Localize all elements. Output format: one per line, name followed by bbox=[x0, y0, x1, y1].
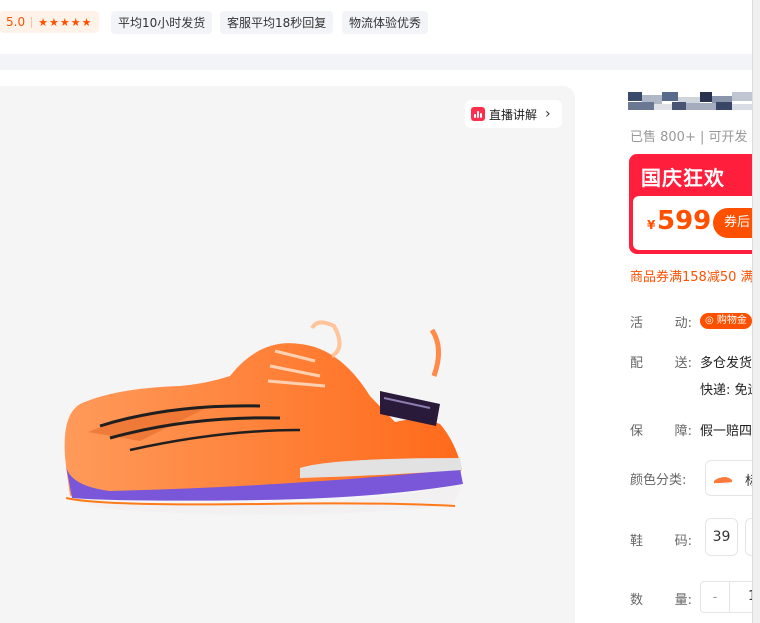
star-icon: ★ bbox=[70, 15, 81, 29]
quantity-decrease-button[interactable]: - bbox=[700, 581, 730, 613]
chevron-right-icon: › bbox=[545, 106, 551, 122]
guarantee-value[interactable]: 假一赔四 bbox=[700, 420, 752, 439]
product-image-gallery[interactable] bbox=[0, 86, 575, 623]
shipping-fee: 快递: 免运 bbox=[700, 383, 760, 398]
shop-rating: 5.0 ★ ★ ★ ★ ★ bbox=[0, 11, 100, 33]
live-explain-label: 直播讲解 bbox=[489, 107, 538, 122]
coin-icon: ◎ bbox=[705, 315, 717, 326]
activity-label: 活动: bbox=[630, 316, 692, 331]
promo-price-card: 国庆狂欢 ¥ 599 券后 bbox=[629, 154, 752, 254]
size-label: 鞋码: bbox=[630, 534, 692, 549]
currency-symbol: ¥ bbox=[647, 218, 656, 232]
promo-title: 国庆狂欢 bbox=[641, 166, 725, 190]
quantity-label: 数量: bbox=[630, 593, 692, 608]
bar-chart-icon bbox=[471, 107, 485, 121]
after-coupon-badge: 券后 bbox=[713, 208, 752, 238]
color-label: 颜色分类: bbox=[630, 473, 687, 488]
star-icon: ★ bbox=[59, 15, 70, 29]
price-value: 599 bbox=[657, 206, 712, 236]
divider bbox=[31, 16, 33, 28]
delivery-value[interactable]: 多仓发货 bbox=[700, 352, 752, 371]
rating-stars: ★ ★ ★ ★ ★ bbox=[38, 17, 91, 28]
shopping-credit-badge[interactable]: ◎ 购物金 bbox=[700, 313, 752, 329]
color-thumbnail bbox=[714, 477, 732, 485]
section-divider bbox=[0, 54, 752, 70]
star-icon: ★ bbox=[48, 15, 59, 29]
size-option-39[interactable]: 39 bbox=[705, 518, 738, 556]
rating-score: 5.0 bbox=[6, 15, 26, 29]
star-icon: ★ bbox=[81, 15, 92, 29]
delivery-label: 配送: bbox=[630, 356, 692, 371]
product-title-redacted bbox=[628, 92, 752, 110]
shop-service-bar: 5.0 ★ ★ ★ ★ ★ 平均10小时发货 客服平均18秒回复 物流体验优秀 bbox=[0, 0, 760, 52]
product-image-sneaker bbox=[64, 320, 463, 515]
scrollbar[interactable] bbox=[752, 0, 760, 623]
sales-count: 已售 800+ | 可开发 bbox=[630, 130, 748, 145]
service-chip-shipping: 平均10小时发货 bbox=[111, 11, 213, 34]
coupon-offer[interactable]: 商品券满158减50 满 bbox=[630, 266, 754, 285]
service-chip-reply: 客服平均18秒回复 bbox=[220, 11, 334, 34]
service-chip-logistics: 物流体验优秀 bbox=[342, 11, 429, 34]
guarantee-label: 保障: bbox=[630, 424, 692, 439]
live-explain-button[interactable]: 直播讲解 › bbox=[465, 100, 562, 128]
price-box: ¥ 599 券后 bbox=[633, 196, 752, 250]
star-icon: ★ bbox=[38, 15, 48, 29]
